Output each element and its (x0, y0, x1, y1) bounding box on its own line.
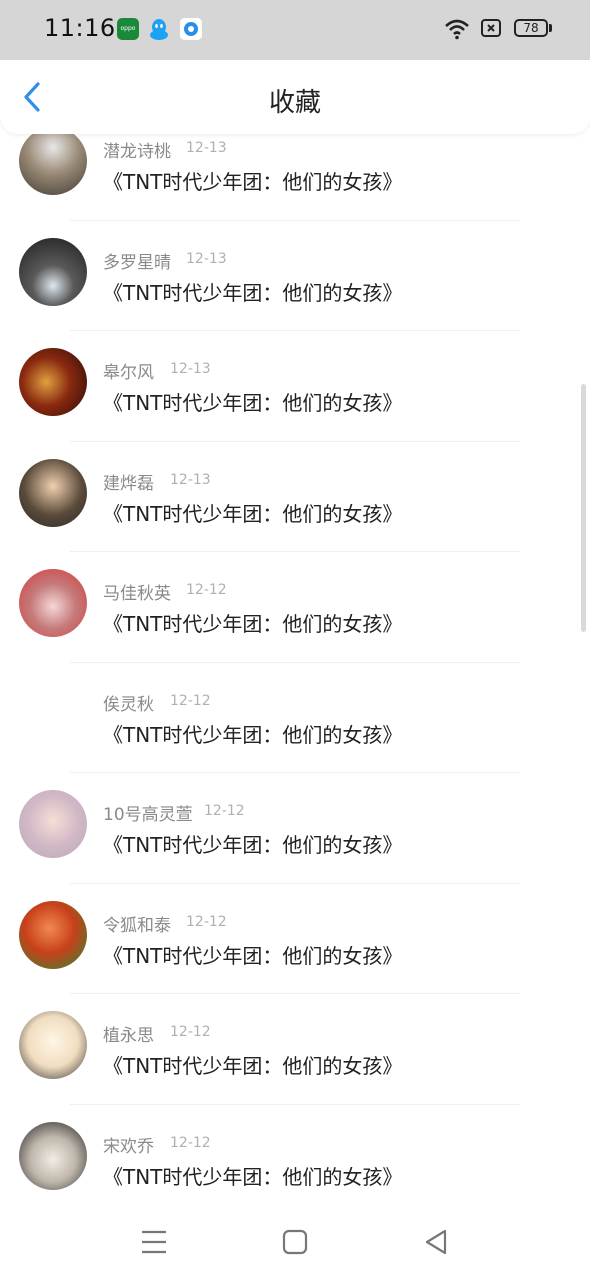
date: 12-12 (186, 913, 227, 930)
item-title[interactable]: 《TNT时代少年团：他们的女孩》 (103, 829, 402, 858)
list-item[interactable]: 10号高灵萱 12-12 《TNT时代少年团：他们的女孩》 (0, 773, 590, 884)
list-item[interactable]: 植永思 12-12 《TNT时代少年团：他们的女孩》 (0, 994, 590, 1105)
user-name: 皋尔风 (103, 363, 154, 383)
oppo-app-icon: oppo (117, 18, 139, 40)
status-bar: 11:16 oppo 78 (0, 0, 590, 60)
item-title[interactable]: 《TNT时代少年团：他们的女孩》 (103, 277, 402, 306)
list-item[interactable]: 潜龙诗桃 12-13 《TNT时代少年团：他们的女孩》 (0, 134, 590, 221)
home-button[interactable] (277, 1224, 313, 1260)
user-name: 建烨磊 (103, 473, 154, 494)
date: 12-12 (170, 1024, 211, 1040)
list-item[interactable]: 马佳秋英 12-12 《TNT时代少年团：他们的女孩》 (0, 552, 590, 663)
date: 12-12 (204, 803, 245, 819)
favorites-list: 潜龙诗桃 12-13 《TNT时代少年团：他们的女孩》 多罗星晴 12-13 《TNT时代… (0, 134, 590, 1204)
user-name: 令狐和泰 (103, 915, 171, 936)
sim-icon (480, 18, 502, 42)
item-title[interactable]: 《TNT时代少年团：他们的女孩》 (103, 1161, 402, 1190)
home-square-icon (282, 1229, 308, 1255)
battery-tip (549, 24, 552, 32)
item-title[interactable]: 《TNT时代少年团：他们的女孩》 (103, 1050, 402, 1079)
user-name: 植永思 (103, 1026, 154, 1046)
avatar[interactable] (19, 237, 87, 306)
date: 12-12 (186, 582, 227, 598)
date: 12-13 (186, 140, 227, 156)
list-item[interactable]: 建烨磊 12-13 《TNT时代少年团：他们的女孩》 (0, 442, 590, 552)
avatar[interactable] (19, 458, 87, 527)
page-title: 收藏 (268, 88, 321, 118)
avatar[interactable] (19, 1121, 87, 1190)
back-triangle-icon (425, 1229, 447, 1255)
date: 12-13 (186, 250, 227, 267)
scrollbar[interactable] (581, 384, 586, 632)
item-title[interactable]: 《TNT时代少年团：他们的女孩》 (103, 387, 402, 416)
item-title[interactable]: 《TNT时代少年团：他们的女孩》 (103, 498, 402, 527)
date: 12-13 (170, 471, 211, 488)
status-time: 11:16 (44, 14, 116, 42)
date: 12-12 (170, 1134, 211, 1151)
item-title[interactable]: 《TNT时代少年团：他们的女孩》 (103, 608, 402, 637)
user-name: 10号高灵萱 (103, 805, 193, 825)
item-title[interactable]: 《TNT时代少年团：他们的女孩》 (103, 719, 402, 748)
browser-icon (180, 18, 202, 40)
date: 12-13 (170, 361, 211, 377)
list-item[interactable]: 俟灵秋 12-12 《TNT时代少年团：他们的女孩》 (0, 663, 590, 773)
qq-icon (148, 18, 170, 40)
wifi-icon (444, 18, 470, 44)
item-title[interactable]: 《TNT时代少年团：他们的女孩》 (103, 940, 402, 969)
system-nav-bar (0, 1204, 590, 1280)
user-name: 宋欢乔 (103, 1136, 154, 1157)
avatar[interactable] (19, 1011, 87, 1079)
user-name: 潜龙诗桃 (103, 142, 171, 162)
item-title[interactable]: 《TNT时代少年团：他们的女孩》 (103, 166, 402, 195)
user-name: 马佳秋英 (103, 584, 171, 604)
list-item[interactable]: 令狐和泰 12-12 《TNT时代少年团：他们的女孩》 (0, 884, 590, 994)
avatar[interactable] (19, 900, 87, 969)
avatar[interactable] (19, 569, 87, 637)
back-nav-button[interactable] (418, 1224, 454, 1260)
menu-button[interactable] (136, 1224, 172, 1260)
user-name: 俟灵秋 (103, 694, 154, 715)
avatar[interactable] (19, 790, 87, 858)
avatar[interactable] (19, 134, 87, 195)
list-item[interactable]: 皋尔风 12-13 《TNT时代少年团：他们的女孩》 (0, 331, 590, 442)
header: 收藏 (0, 60, 590, 134)
avatar[interactable] (19, 680, 87, 748)
user-name: 多罗星晴 (103, 252, 171, 273)
battery-icon: 78 (514, 19, 548, 37)
date: 12-12 (170, 692, 211, 709)
menu-icon (142, 1230, 166, 1254)
list-item[interactable]: 多罗星晴 12-13 《TNT时代少年团：他们的女孩》 (0, 221, 590, 331)
avatar[interactable] (19, 348, 87, 416)
list-item[interactable]: 宋欢乔 12-12 《TNT时代少年团：他们的女孩》 (0, 1105, 590, 1205)
